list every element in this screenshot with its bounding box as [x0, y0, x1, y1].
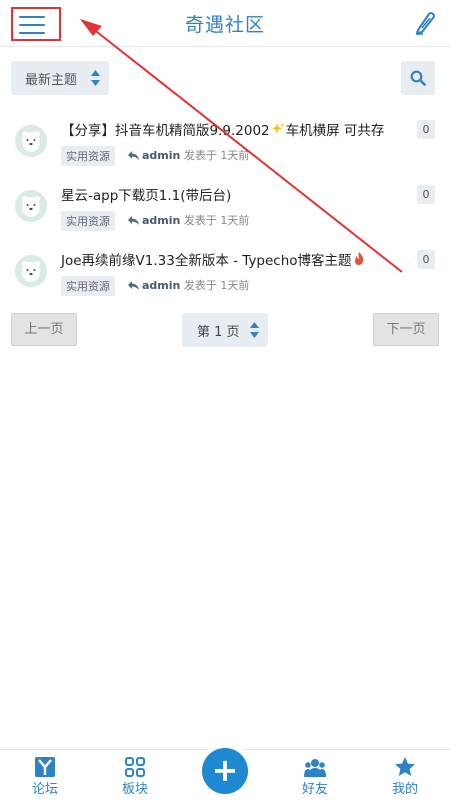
forum-y-icon: [35, 757, 55, 777]
topic-tag[interactable]: 实用资源: [61, 211, 115, 231]
bear-avatar-icon: [15, 255, 47, 287]
tab-friends[interactable]: 好友: [280, 750, 350, 801]
compose-fab[interactable]: +: [197, 744, 253, 800]
page-select-label: 第 1 页: [197, 325, 240, 340]
sort-select[interactable]: 最新主题: [11, 61, 109, 95]
topic-posted: 发表于 1天前: [183, 214, 250, 227]
tab-boards-label: 板块: [121, 782, 148, 797]
grid-icon: [125, 757, 145, 777]
topic-meta: admin 发表于 1天前: [128, 277, 249, 293]
prev-page-button[interactable]: 上一页: [11, 313, 77, 346]
topic-tag[interactable]: 实用资源: [61, 276, 115, 296]
topic-title-text: Joe再续前缘V1.33全新版本 - Typecho博客主题: [61, 253, 352, 269]
avatar[interactable]: [15, 255, 47, 287]
new-post-button[interactable]: [412, 10, 438, 36]
topic-posted: 发表于 1天前: [183, 149, 250, 162]
sparkles-icon: [271, 123, 285, 134]
topic-author[interactable]: admin: [142, 279, 180, 292]
topic-title[interactable]: Joe再续前缘V1.33全新版本 - Typecho博客主题: [61, 249, 366, 269]
topic-meta: admin 发表于 1天前: [128, 212, 249, 228]
tab-forum[interactable]: 论坛: [10, 750, 80, 801]
reply-icon: [128, 151, 139, 160]
topic-title[interactable]: 【分享】抖音车机精简版9.9.2002 车机横屏 可共存: [61, 119, 384, 139]
topic-title[interactable]: 星云-app下载页1.1(带后台): [61, 184, 231, 204]
topic-row[interactable]: 星云-app下载页1.1(带后台) 实用资源 admin 发表于 1天前 0: [0, 184, 450, 244]
reply-icon: [128, 281, 139, 290]
search-button[interactable]: [401, 61, 435, 95]
tab-boards[interactable]: 板块: [100, 750, 170, 801]
tab-me-label: 我的: [391, 782, 418, 797]
topic-author[interactable]: admin: [142, 149, 180, 162]
reply-icon: [128, 216, 139, 225]
topic-row[interactable]: 【分享】抖音车机精简版9.9.2002 车机横屏 可共存 实用资源 admin 发…: [0, 119, 450, 179]
topic-meta: admin 发表于 1天前: [128, 147, 249, 163]
sort-arrows-icon: [91, 70, 100, 86]
pencil-icon: [416, 12, 435, 35]
tab-forum-label: 论坛: [31, 782, 58, 797]
tab-me[interactable]: 我的: [370, 750, 440, 801]
app-header: 奇遇社区: [0, 0, 450, 47]
reply-count-badge: 0: [417, 185, 435, 204]
avatar[interactable]: [15, 125, 47, 157]
page-title: 奇遇社区: [184, 14, 265, 36]
topic-posted: 发表于 1天前: [183, 279, 250, 292]
next-page-button[interactable]: 下一页: [373, 313, 439, 346]
topic-title-text: 【分享】抖音车机精简版9.9.2002: [61, 123, 270, 139]
avatar[interactable]: [15, 190, 47, 222]
page-arrows-icon: [250, 322, 259, 338]
tab-friends-label: 好友: [301, 782, 328, 797]
fire-icon: [354, 252, 363, 265]
sort-select-label: 最新主题: [25, 73, 78, 88]
reply-count-badge: 0: [417, 120, 435, 139]
star-icon: [395, 757, 415, 776]
topic-author[interactable]: admin: [142, 214, 180, 227]
friends-icon: [304, 759, 326, 777]
topic-tag[interactable]: 实用资源: [61, 146, 115, 166]
bear-avatar-icon: [15, 190, 47, 222]
topic-row[interactable]: Joe再续前缘V1.33全新版本 - Typecho博客主题 实用资源 admi…: [0, 249, 450, 309]
plus-icon: +: [202, 748, 248, 794]
reply-count-badge: 0: [417, 250, 435, 269]
topic-title-suffix: 车机横屏 可共存: [285, 123, 385, 139]
topic-title-text: 星云-app下载页1.1(带后台): [61, 188, 232, 204]
page-select[interactable]: 第 1 页: [182, 313, 268, 347]
search-icon: [410, 70, 426, 86]
bear-avatar-icon: [15, 125, 47, 157]
